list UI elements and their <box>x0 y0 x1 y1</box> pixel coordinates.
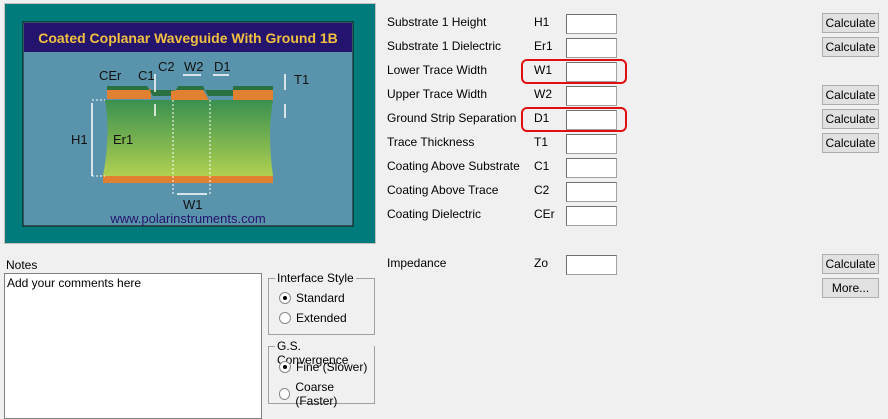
param-input-er1[interactable] <box>566 38 617 58</box>
notes-label: Notes <box>6 258 38 272</box>
impedance-symbol: Zo <box>534 256 549 270</box>
param-label-c1: Coating Above Substrate <box>387 159 520 173</box>
param-label-h1: Substrate 1 Height <box>387 15 487 29</box>
param-symbol-t1: T1 <box>534 135 549 149</box>
param-label-er1: Substrate 1 Dielectric <box>387 39 502 53</box>
label-c1: C1 <box>138 68 155 83</box>
param-symbol-w2: W2 <box>534 87 552 101</box>
param-label-w1: Lower Trace Width <box>387 63 488 77</box>
param-symbol-c2: C2 <box>534 183 550 197</box>
param-symbol-h1: H1 <box>534 15 550 29</box>
param-label-d1: Ground Strip Separation <box>387 111 517 125</box>
radio-standard[interactable]: Standard <box>279 291 345 305</box>
param-input-h1[interactable] <box>566 14 617 34</box>
radio-icon <box>279 361 291 373</box>
label-d1: D1 <box>214 59 231 74</box>
impedance-label: Impedance <box>387 256 447 270</box>
param-input-c1[interactable] <box>566 158 617 178</box>
diagram-frame: Coated Coplanar Waveguide With Ground 1B… <box>4 3 376 244</box>
label-t1: T1 <box>294 72 309 87</box>
param-input-t1[interactable] <box>566 134 617 154</box>
label-w2: W2 <box>184 59 204 74</box>
diagram-title: Coated Coplanar Waveguide With Ground 1B <box>38 30 338 46</box>
param-label-c2: Coating Above Trace <box>387 183 499 197</box>
param-label-t1: Trace Thickness <box>387 135 475 149</box>
diagram-url: www.polarinstruments.com <box>109 211 265 226</box>
convergence-group: G.S. Convergence Fine (Slower) Coarse (F… <box>268 339 375 408</box>
calculate-h1-button[interactable]: Calculate <box>822 13 879 33</box>
radio-extended[interactable]: Extended <box>279 311 347 325</box>
label-w1: W1 <box>183 197 203 212</box>
calculate-w2-button[interactable]: Calculate <box>822 85 879 105</box>
param-input-cer[interactable] <box>566 206 617 226</box>
radio-icon <box>279 388 291 400</box>
notes-textarea[interactable]: Add your comments here <box>4 273 262 419</box>
label-cer: CEr <box>99 68 122 83</box>
param-input-c2[interactable] <box>566 182 617 202</box>
waveguide-diagram: Coated Coplanar Waveguide With Ground 1B… <box>22 21 354 227</box>
impedance-input[interactable] <box>566 255 617 275</box>
calculate-t1-button[interactable]: Calculate <box>822 133 879 153</box>
interface-style-title: Interface Style <box>275 271 356 285</box>
highlight-d1 <box>521 107 627 132</box>
param-input-w2[interactable] <box>566 86 617 106</box>
label-c2: C2 <box>158 59 175 74</box>
param-symbol-c1: C1 <box>534 159 550 173</box>
radio-icon <box>279 292 291 304</box>
label-h1: H1 <box>71 132 88 147</box>
param-label-cer: Coating Dielectric <box>387 207 482 221</box>
calculate-d1-button[interactable]: Calculate <box>822 109 879 129</box>
calculate-impedance-button[interactable]: Calculate <box>822 254 879 274</box>
radio-fine[interactable]: Fine (Slower) <box>279 360 367 374</box>
radio-icon <box>279 312 291 324</box>
radio-coarse[interactable]: Coarse (Faster) <box>279 380 374 408</box>
param-label-w2: Upper Trace Width <box>387 87 488 101</box>
more-button[interactable]: More... <box>822 278 879 298</box>
calculate-er1-button[interactable]: Calculate <box>822 37 879 57</box>
param-symbol-er1: Er1 <box>534 39 553 53</box>
label-er1: Er1 <box>113 132 133 147</box>
param-symbol-cer: CEr <box>534 207 555 221</box>
interface-style-group: Interface Style Standard Extended <box>268 271 375 335</box>
highlight-w1 <box>521 59 627 84</box>
